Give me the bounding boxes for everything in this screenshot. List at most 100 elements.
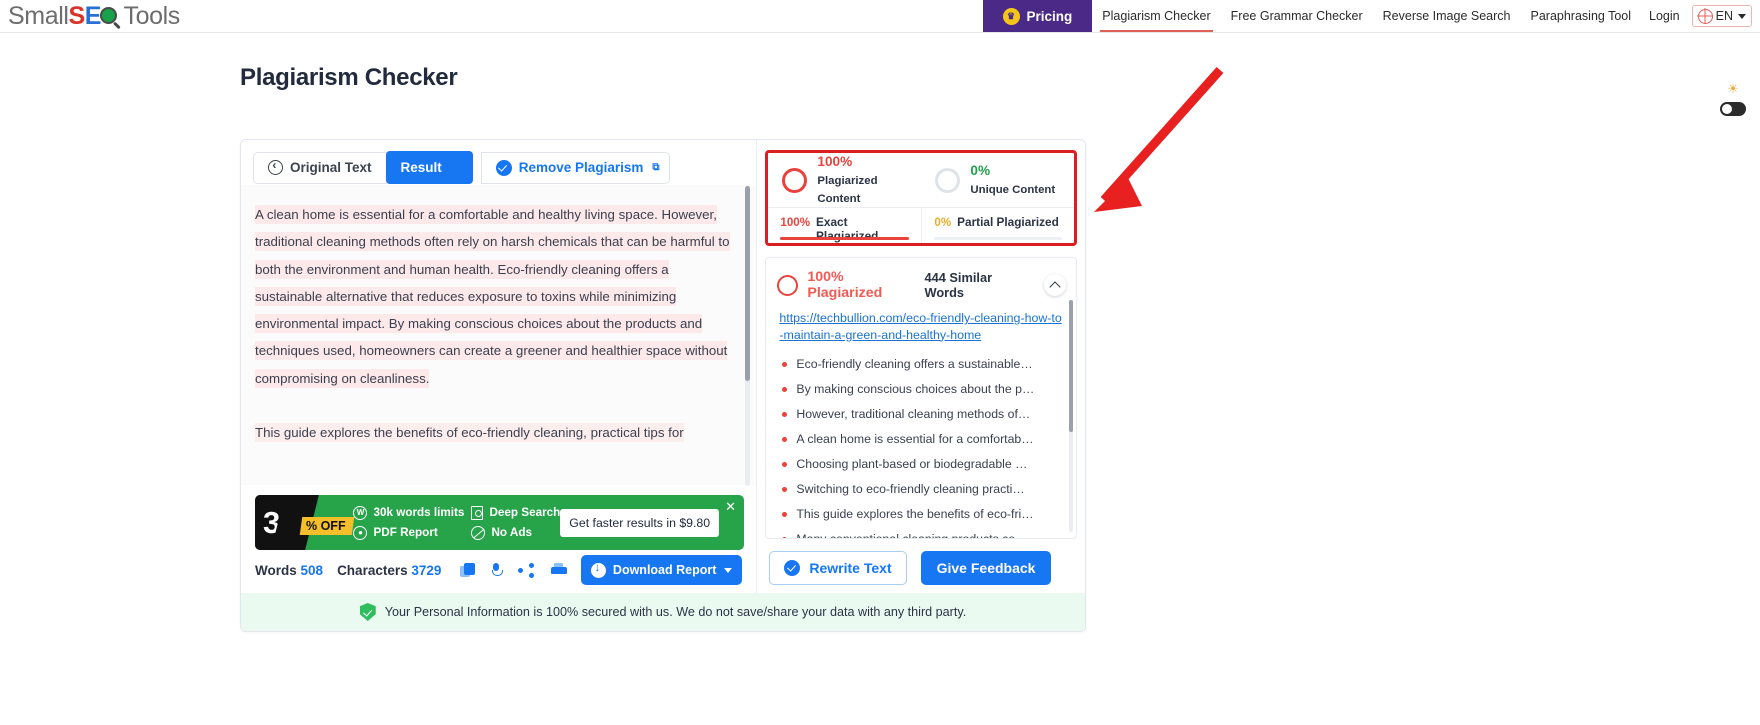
promo-cta-button[interactable]: Get faster results in $9.80	[560, 509, 719, 537]
bullet-icon	[782, 512, 787, 517]
language-code: EN	[1716, 9, 1733, 23]
microphone-icon[interactable]	[492, 563, 501, 578]
logo-text-s: S	[69, 2, 85, 31]
download-report-button[interactable]: Download Report	[581, 555, 742, 585]
print-icon[interactable]	[551, 563, 567, 577]
give-feedback-label: Give Feedback	[937, 560, 1036, 576]
list-item[interactable]: By making conscious choices about the p…	[782, 377, 1066, 402]
list-item[interactable]: Eco-friendly cleaning offers a sustainab…	[782, 352, 1066, 377]
download-circle-icon	[591, 563, 606, 578]
promo-feature-no-ads: No Ads	[471, 526, 560, 540]
site-logo[interactable]: SmallSE Tools	[0, 0, 180, 32]
unique-percent: 0%	[970, 163, 990, 178]
matched-sentence-list: Eco-friendly cleaning offers a sustainab…	[766, 343, 1076, 539]
nav-item-paraphrasing-tool[interactable]: Paraphrasing Tool	[1521, 0, 1642, 32]
nav-links: Plagiarism Checker Free Grammar Checker …	[1092, 0, 1641, 32]
tab-original-text-label: Original Text	[290, 160, 372, 175]
promo-feature-deep-search: Deep Search	[471, 506, 560, 520]
language-selector[interactable]: EN	[1692, 5, 1752, 27]
list-item[interactable]: However, traditional cleaning methods of…	[782, 402, 1066, 427]
bullet-icon	[782, 412, 787, 417]
list-item[interactable]: Switching to eco-friendly cleaning pract…	[782, 477, 1066, 502]
character-count-value: 3729	[411, 563, 441, 578]
document-text-area[interactable]: A clean home is essential for a comforta…	[241, 185, 756, 485]
logo-text-small: Small	[8, 2, 69, 31]
unique-ring-icon	[935, 168, 960, 193]
source-ring-icon	[777, 275, 798, 296]
results-pane: 100% Plagiarized Content 0% Unique Conte…	[757, 140, 1085, 631]
back-arrow-circle-icon	[268, 160, 283, 175]
sources-scrollbar[interactable]	[1069, 300, 1073, 532]
globe-icon	[1698, 9, 1713, 24]
plagiarized-percent: 100%	[817, 154, 852, 169]
result-action-buttons: Rewrite Text Give Feedback	[769, 551, 1051, 585]
list-item[interactable]: This guide explores the benefits of eco-…	[782, 502, 1066, 527]
close-icon[interactable]: ✕	[725, 500, 736, 513]
list-item[interactable]: Choosing plant-based or biodegradable …	[782, 452, 1066, 477]
login-link[interactable]: Login	[1641, 0, 1692, 32]
source-header[interactable]: 100% Plagiarized 444 Similar Words	[766, 258, 1076, 301]
list-item[interactable]: Many conventional cleaning products co…	[782, 527, 1066, 539]
document-pane: Original Text Result Remove Plagiarism ⧉…	[241, 140, 757, 631]
tab-result-label: Result	[401, 160, 442, 175]
nav-item-free-grammar-checker[interactable]: Free Grammar Checker	[1221, 0, 1373, 32]
character-count: Characters 3729	[337, 563, 441, 578]
bullet-icon	[782, 462, 787, 467]
plagiarism-result-card: Original Text Result Remove Plagiarism ⧉…	[240, 139, 1086, 632]
tab-result[interactable]: Result	[386, 151, 473, 184]
promo-feature-pdf-report: ● PDF Report	[353, 526, 461, 540]
matched-sources-box: 100% Plagiarized 444 Similar Words https…	[765, 257, 1077, 539]
dark-mode-switch[interactable]	[1720, 102, 1746, 116]
promo-discount-tag: % OFF	[300, 517, 354, 535]
tab-original-text[interactable]: Original Text	[253, 152, 387, 184]
nav-item-plagiarism-checker[interactable]: Plagiarism Checker	[1092, 0, 1220, 32]
bullet-icon	[782, 487, 787, 492]
share-icon[interactable]	[518, 563, 534, 578]
tab-remove-plagiarism-label: Remove Plagiarism	[519, 160, 644, 175]
bullet-icon	[782, 537, 787, 539]
promo-feature-list: W 30k words limits Deep Search ● PDF Rep…	[353, 506, 560, 540]
sun-icon: ☀	[1714, 82, 1752, 96]
logo-text-e: E	[85, 2, 100, 31]
promo-banner[interactable]: 30 % OFF W 30k words limits Deep Search …	[255, 495, 744, 550]
document-scrollbar[interactable]	[745, 186, 750, 486]
privacy-notice-text: Your Personal Information is 100% secure…	[385, 605, 967, 619]
download-report-label: Download Report	[613, 563, 716, 577]
copy-icon[interactable]	[460, 563, 475, 578]
partial-plagiarized-percent: 0%	[934, 216, 951, 229]
give-feedback-button[interactable]: Give Feedback	[921, 551, 1052, 585]
plagiarized-label: Plagiarized Content	[817, 175, 877, 205]
nav-item-reverse-image-search[interactable]: Reverse Image Search	[1373, 0, 1521, 32]
document-tool-icons	[460, 563, 567, 578]
top-navigation-bar: SmallSE Tools ♛ Pricing Plagiarism Checke…	[0, 0, 1760, 33]
external-link-icon: ⧉	[652, 162, 659, 173]
stats-summary-row: 100% Plagiarized Content 0% Unique Conte…	[768, 153, 1074, 207]
tab-bar: Original Text Result Remove Plagiarism ⧉	[241, 140, 756, 184]
pdf-report-icon: ●	[353, 526, 367, 540]
exact-plagiarized-progress	[780, 237, 909, 240]
stats-breakdown-row: 100% Exact Plagiarized 0% Partial Plagia…	[768, 207, 1074, 246]
plagiarized-ring-icon	[782, 168, 807, 193]
logo-text-tools: Tools	[123, 2, 179, 31]
tab-remove-plagiarism[interactable]: Remove Plagiarism ⧉	[481, 152, 671, 184]
document-paragraph-2: This guide explores the benefits of eco-…	[255, 419, 730, 446]
list-item[interactable]: A clean home is essential for a comforta…	[782, 427, 1066, 452]
unique-label: Unique Content	[970, 184, 1055, 196]
word-limit-icon: W	[353, 506, 367, 520]
theme-toggle-group[interactable]: ☀	[1714, 82, 1752, 116]
pricing-button[interactable]: ♛ Pricing	[983, 0, 1093, 32]
promo-discount-number: 30	[263, 507, 295, 538]
nav-right-group: ♛ Pricing Plagiarism Checker Free Gramma…	[983, 0, 1760, 32]
bullet-icon	[782, 362, 787, 367]
plagiarism-stats-box: 100% Plagiarized Content 0% Unique Conte…	[765, 150, 1077, 246]
source-url-link[interactable]: https://techbullion.com/eco-friendly-cle…	[766, 301, 1076, 343]
crown-icon: ♛	[1003, 8, 1020, 25]
stat-plagiarized-content: 100% Plagiarized Content	[768, 153, 921, 207]
deep-search-icon	[471, 506, 483, 520]
promo-feature-word-limit: W 30k words limits	[353, 506, 461, 520]
chevron-up-icon[interactable]	[1044, 274, 1066, 296]
word-count-value: 508	[301, 563, 324, 578]
rewrite-text-button[interactable]: Rewrite Text	[769, 551, 906, 585]
stat-partial-plagiarized: 0% Partial Plagiarized	[921, 208, 1074, 246]
partial-plagiarized-label: Partial Plagiarized	[957, 215, 1059, 229]
